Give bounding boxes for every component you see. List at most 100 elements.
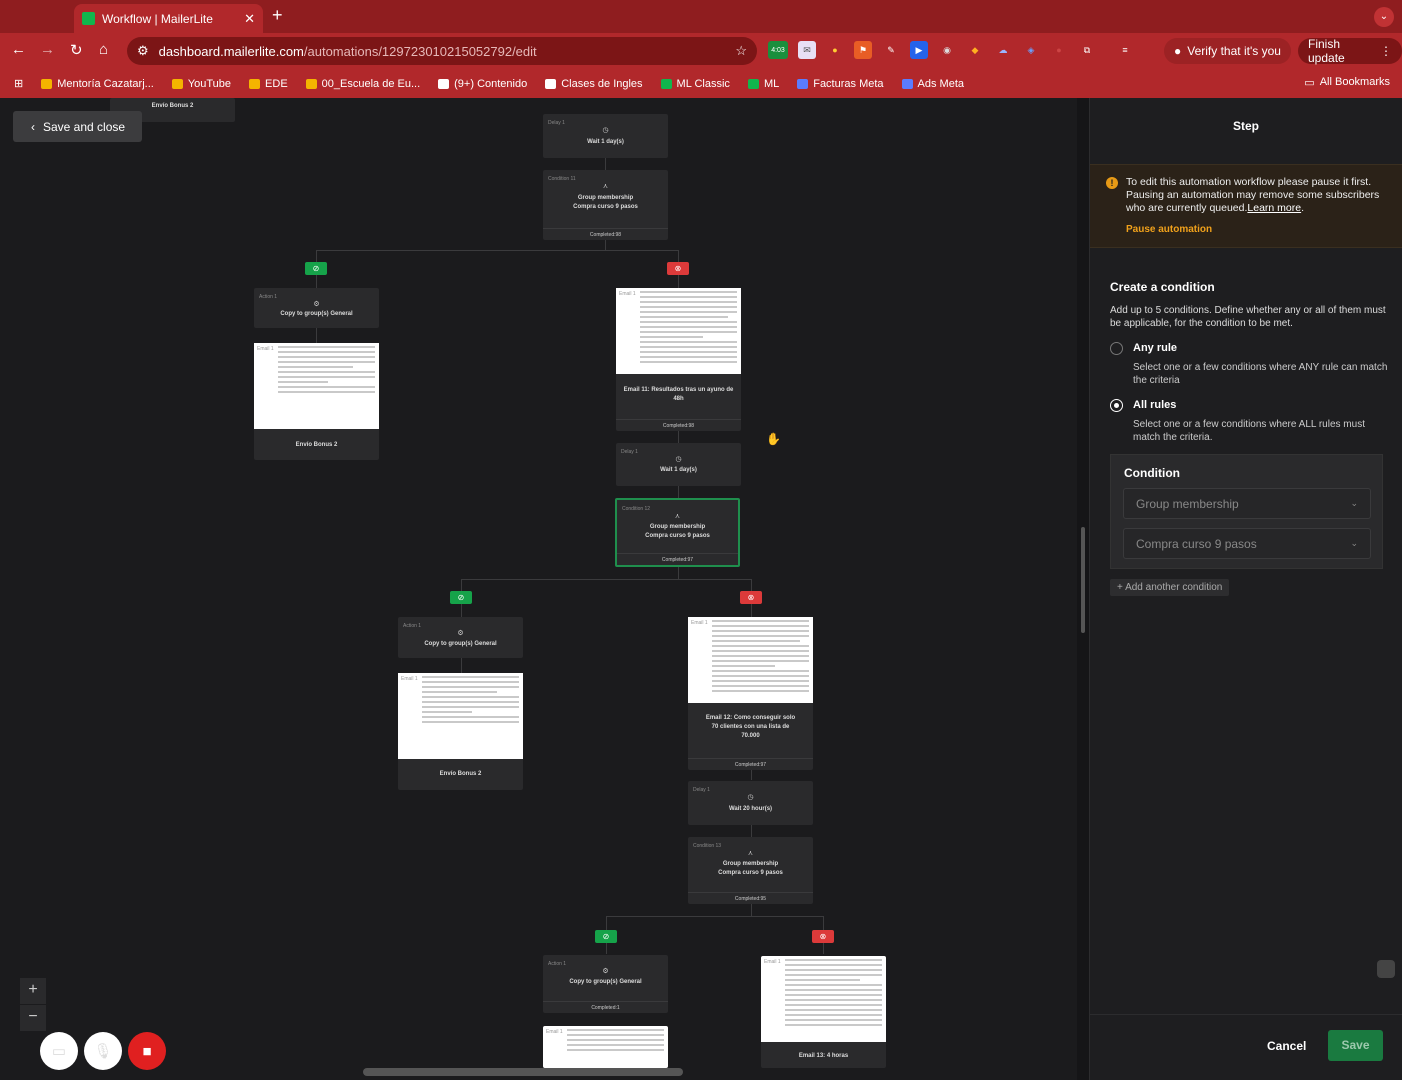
learn-more-link[interactable]: Learn more bbox=[1247, 202, 1301, 214]
bookmark-favicon-icon bbox=[747, 78, 759, 89]
bookmark-item[interactable]: 00_Escuela de Eu... bbox=[305, 78, 420, 90]
all-rules-label[interactable]: All rules bbox=[1133, 399, 1176, 411]
save-button[interactable]: Save bbox=[1328, 1030, 1383, 1061]
completed-count: Completed:98 bbox=[543, 228, 668, 240]
bookmark-item[interactable]: Clases de Ingles bbox=[545, 77, 643, 90]
add-another-condition-button[interactable]: + Add another condition bbox=[1110, 579, 1230, 596]
cloud-extension-icon[interactable]: ☁ bbox=[994, 41, 1012, 59]
delay-node[interactable]: Delay 1 ◷ Wait 20 hour(s) bbox=[688, 781, 813, 825]
bookmark-item[interactable]: YouTube bbox=[171, 78, 231, 90]
condition-node[interactable]: Condition 11 ⋏ Group membership Compra c… bbox=[543, 170, 668, 240]
condition-group-select[interactable]: Compra curso 9 pasos ⌄ bbox=[1123, 528, 1371, 559]
kebab-menu-icon[interactable]: ⋮ bbox=[1380, 44, 1392, 58]
email-preview: Email 1 bbox=[398, 673, 523, 759]
connector bbox=[678, 486, 679, 498]
all-rules-radio[interactable] bbox=[1110, 399, 1123, 412]
site-info-icon[interactable]: ⚙ bbox=[137, 43, 149, 59]
timer-extension-icon[interactable]: 4:03 bbox=[768, 41, 788, 59]
any-rule-radio[interactable] bbox=[1110, 342, 1123, 355]
extensions-row: 4:03 ✉ ● ⚑ ✎ ▶ ◉ ◆ ☁ ◈ ● ⧉ ≡ bbox=[768, 41, 1134, 59]
blue-extension-icon[interactable]: ▶ bbox=[910, 41, 928, 59]
mail-extension-icon[interactable]: ✉ bbox=[798, 41, 816, 59]
completed-count: Completed:1 bbox=[543, 1001, 668, 1013]
pause-automation-link[interactable]: Pause automation bbox=[1126, 224, 1212, 235]
bookmark-favicon-icon bbox=[901, 78, 913, 89]
workflow-canvas[interactable]: Envío Bonus 2 ‹ Save and close Delay 1 ◷… bbox=[0, 98, 1077, 1068]
puzzle-extensions-icon[interactable]: ⧉ bbox=[1078, 41, 1096, 59]
email-node[interactable]: Email 1 Email 11: Resultados tras un ayu… bbox=[616, 288, 741, 431]
bookmark-item[interactable]: Facturas Meta bbox=[797, 78, 884, 90]
bookmark-label: (9+) Contenido bbox=[454, 77, 528, 90]
email-node[interactable]: Email 1 Envío Bonus 2 bbox=[398, 673, 523, 790]
forward-arrow-icon[interactable]: → bbox=[40, 41, 55, 58]
gear-icon: ⚙ bbox=[602, 968, 609, 975]
browser-tab[interactable]: Workflow | MailerLite ✕ bbox=[74, 4, 263, 33]
bookmark-favicon-icon bbox=[438, 78, 450, 89]
node-title: Envío Bonus 2 bbox=[295, 442, 338, 448]
select-value: Compra curso 9 pasos bbox=[1136, 536, 1257, 551]
tab-search-chevron-icon[interactable]: ⌄ bbox=[1374, 7, 1394, 27]
connector bbox=[751, 770, 752, 780]
connector bbox=[316, 250, 678, 251]
bookmark-star-icon[interactable]: ☆ bbox=[735, 43, 747, 59]
microphone-toggle-icon[interactable]: 🎙 bbox=[84, 1032, 122, 1070]
new-tab-icon[interactable]: + bbox=[272, 5, 283, 26]
condition-type-select[interactable]: Group membership ⌄ bbox=[1123, 488, 1371, 519]
delay-node[interactable]: Delay 1 ◷ Wait 1 day(s) bbox=[616, 443, 741, 486]
verify-account-chip[interactable]: ● Verify that it's you bbox=[1164, 38, 1291, 64]
email-node[interactable]: Email 1 Email 12: Como conseguir solo 70… bbox=[688, 617, 813, 770]
save-and-close-button[interactable]: ‹ Save and close bbox=[13, 111, 142, 142]
bookmark-item[interactable]: (9+) Contenido bbox=[438, 78, 527, 90]
any-rule-label[interactable]: Any rule bbox=[1133, 342, 1177, 354]
node-subtitle: Compra curso 9 pasos bbox=[718, 870, 783, 876]
home-icon[interactable]: ⌂ bbox=[99, 41, 108, 58]
cancel-button[interactable]: Cancel bbox=[1267, 1039, 1306, 1053]
red-extension-icon[interactable]: ● bbox=[1050, 41, 1068, 59]
bookmark-item[interactable]: Ads Meta bbox=[901, 78, 964, 90]
action-node[interactable]: Action 1 ⚙ Copy to group(s) General Comp… bbox=[543, 955, 668, 1013]
vertical-scrollbar[interactable] bbox=[1081, 527, 1085, 633]
horizontal-scrollbar[interactable] bbox=[363, 1068, 683, 1076]
chevron-down-icon: ⌄ bbox=[1350, 498, 1358, 508]
bookmark-item[interactable]: ML Classic bbox=[660, 78, 730, 90]
stop-recording-icon[interactable]: ■ bbox=[128, 1032, 166, 1070]
tag-extension-icon[interactable]: ◈ bbox=[1022, 41, 1040, 59]
address-bar[interactable]: ⚙ dashboard.mailerlite.com/automations/1… bbox=[127, 37, 757, 65]
bookmark-favicon-icon bbox=[249, 78, 261, 89]
delay-node[interactable]: Delay 1 ◷ Wait 1 day(s) bbox=[543, 114, 668, 158]
fox-extension-icon[interactable]: ◆ bbox=[966, 41, 984, 59]
section-description: Add up to 5 conditions. Define whether a… bbox=[1110, 305, 1386, 329]
bookmark-item[interactable]: EDE bbox=[249, 78, 288, 90]
reload-icon[interactable]: ↻ bbox=[70, 41, 83, 59]
action-node[interactable]: Action 1 ⚙ Copy to group(s) General bbox=[254, 288, 379, 328]
email-node[interactable]: Email 1 Envío Bonus 2 bbox=[254, 343, 379, 460]
yes-branch-icon: ⊘ bbox=[305, 262, 327, 275]
email-node[interactable]: Email 1 bbox=[543, 1026, 668, 1068]
clock-icon: ◷ bbox=[602, 127, 609, 134]
back-arrow-icon[interactable]: ← bbox=[11, 41, 26, 58]
tab-strip: Workflow | MailerLite ✕ + ⌄ bbox=[0, 0, 1402, 33]
orange-extension-icon[interactable]: ⚑ bbox=[854, 41, 872, 59]
bookmark-item[interactable]: Mentoría Cazatarj... bbox=[41, 78, 154, 90]
chat-widget-icon[interactable] bbox=[1377, 960, 1395, 978]
reading-list-icon[interactable]: ≡ bbox=[1116, 41, 1134, 59]
close-tab-icon[interactable]: ✕ bbox=[244, 11, 255, 27]
zoom-out-button[interactable]: − bbox=[20, 1005, 46, 1031]
condition-node[interactable]: Condition 13 ⋏ Group membership Compra c… bbox=[688, 837, 813, 904]
apps-grid-icon[interactable]: ⊞ bbox=[14, 77, 23, 90]
bulb-extension-icon[interactable]: ● bbox=[826, 41, 844, 59]
zoom-in-button[interactable]: + bbox=[20, 978, 46, 1004]
camera-extension-icon[interactable]: ◉ bbox=[938, 41, 956, 59]
bookmark-item[interactable]: ML bbox=[747, 78, 779, 90]
camera-toggle-icon[interactable]: ▭ bbox=[40, 1032, 78, 1070]
all-bookmarks[interactable]: ▭ All Bookmarks bbox=[1304, 76, 1390, 89]
bookmark-label: Clases de Ingles bbox=[561, 77, 643, 90]
node-title: Wait 20 hour(s) bbox=[728, 806, 773, 812]
branch-icon: ⋏ bbox=[674, 513, 681, 520]
action-node[interactable]: Action 1 ⚙ Copy to group(s) General bbox=[398, 617, 523, 658]
picker-extension-icon[interactable]: ✎ bbox=[882, 41, 900, 59]
email-node[interactable]: Email 1 Email 13: 4 horas bbox=[761, 956, 886, 1068]
clock-icon: ◷ bbox=[747, 794, 754, 801]
finish-update-button[interactable]: Finish update ⋮ bbox=[1298, 37, 1402, 65]
condition-node-selected[interactable]: Condition 12 ⋏ Group membership Compra c… bbox=[615, 498, 740, 567]
